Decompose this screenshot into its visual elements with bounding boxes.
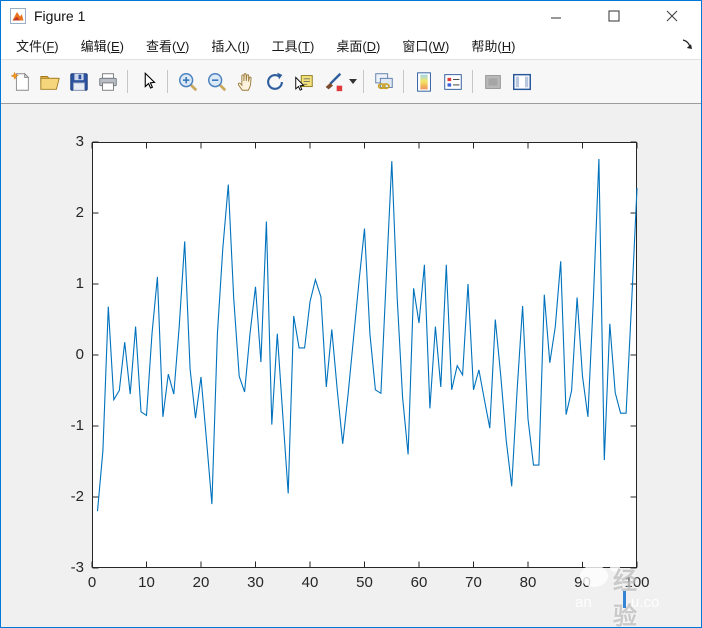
data-line — [96, 158, 638, 512]
insert-menu[interactable]: 插入(I) — [200, 32, 260, 59]
figure-canvas[interactable]: 0 10 20 30 40 50 60 70 80 90 100 3 2 1 0 -1 -2 -3 经验 an u… — [1, 104, 701, 627]
close-button[interactable] — [643, 1, 701, 31]
save-figure-button[interactable] — [65, 68, 92, 95]
watermark-text: 经验 — [613, 568, 639, 628]
toolbar-separator — [363, 70, 364, 93]
brush-icon — [325, 72, 342, 91]
brush-button[interactable] — [319, 68, 346, 95]
pan-icon — [237, 72, 252, 91]
file-menu[interactable]: 文件(F) — [5, 32, 70, 59]
pointer-icon — [144, 71, 156, 89]
window-menu[interactable]: 窗口(W) — [391, 32, 460, 59]
view-menu[interactable]: 查看(V) — [135, 32, 200, 59]
maximize-icon — [608, 10, 620, 22]
toolbar-separator — [472, 70, 473, 93]
rotate-3d-icon — [266, 72, 283, 90]
window-title: Figure 1 — [34, 8, 86, 24]
toolbar-separator — [167, 70, 168, 93]
y-tick-label: 0 — [75, 346, 84, 363]
y-tick-label: -1 — [70, 417, 84, 434]
zoom-out-button[interactable] — [203, 68, 230, 95]
open-file-icon — [39, 75, 60, 90]
x-tick-label: 80 — [519, 574, 537, 591]
rotate-3d-button[interactable] — [261, 68, 288, 95]
x-tick-label: 30 — [247, 574, 264, 591]
minimize-icon — [551, 17, 561, 19]
x-tick-label: 90 — [574, 574, 591, 591]
new-figure-button[interactable] — [7, 68, 34, 95]
zoom-out-icon — [207, 72, 226, 91]
watermark-blue-bar — [623, 591, 626, 608]
pan-button[interactable] — [232, 68, 259, 95]
pointer-button[interactable] — [134, 68, 161, 95]
zoom-in-icon — [178, 72, 197, 91]
y-tick-label: 3 — [75, 133, 84, 150]
brush-dropdown-caret[interactable] — [347, 68, 358, 95]
edit-menu[interactable]: 编辑(E) — [70, 32, 135, 59]
print-figure-button[interactable] — [94, 68, 121, 95]
help-menu[interactable]: 帮助(H) — [460, 32, 526, 59]
watermark-fragment-right: u.co — [631, 594, 660, 611]
x-tick-label: 10 — [138, 574, 155, 591]
plot-canvas[interactable] — [91, 141, 638, 569]
x-tick-label: 40 — [301, 574, 319, 591]
tools-menu[interactable]: 工具(T) — [261, 32, 326, 59]
menubar: 文件(F) 编辑(E) 查看(V) 插入(I) 工具(T) 桌面(D) 窗口(W) 帮助(H) — [1, 31, 701, 59]
show-plot-tools-button[interactable] — [508, 68, 535, 95]
watermark-fragment-left: an — [575, 594, 592, 611]
x-tick-label: 50 — [356, 574, 373, 591]
hide-plot-tools-icon — [484, 74, 501, 89]
y-tick-label: -3 — [70, 559, 84, 576]
y-tick-label: 2 — [75, 204, 84, 221]
insert-colorbar-button[interactable] — [410, 68, 437, 95]
show-plot-tools-icon — [512, 73, 531, 90]
figure-window: Figure 1 文件(F) 编辑(E) 查看(V) 插入(I) 工具(T) 桌面(D) 窗… — [0, 0, 702, 628]
save-figure-icon — [69, 72, 88, 91]
close-icon — [666, 10, 678, 22]
insert-legend-icon — [443, 73, 462, 90]
x-tick-label: 100 — [624, 574, 650, 591]
link-plot-icon — [374, 72, 393, 89]
data-cursor-button[interactable] — [290, 68, 317, 95]
link-plot-button[interactable] — [370, 68, 397, 95]
figure-toolbar — [1, 59, 701, 104]
y-tick-label: -2 — [70, 488, 84, 505]
minimize-button[interactable] — [527, 1, 585, 31]
toolbar-separator — [403, 70, 404, 93]
desktop-menu[interactable]: 桌面(D) — [325, 32, 391, 59]
dock-figure-icon[interactable] — [681, 38, 694, 51]
axes-box — [92, 142, 637, 568]
y-tick-label: 1 — [75, 275, 84, 292]
x-tick-label: 20 — [192, 574, 210, 591]
data-cursor-icon — [294, 74, 313, 91]
open-file-button[interactable] — [36, 68, 63, 95]
hide-plot-tools-button[interactable] — [479, 68, 506, 95]
x-tick-label: 0 — [87, 574, 97, 591]
x-tick-label: 60 — [410, 574, 428, 591]
maximize-button[interactable] — [585, 1, 643, 31]
titlebar[interactable]: Figure 1 — [1, 1, 701, 31]
axes[interactable]: 0 10 20 30 40 50 60 70 80 90 100 3 2 1 0 -1 -2 -3 — [71, 133, 650, 591]
matlab-figure-icon — [10, 8, 26, 24]
print-figure-icon — [98, 72, 117, 91]
zoom-in-button[interactable] — [174, 68, 201, 95]
x-tick-label: 70 — [465, 574, 482, 591]
toolbar-separator — [127, 70, 128, 93]
insert-legend-button[interactable] — [439, 68, 466, 95]
new-figure-icon — [9, 71, 29, 91]
insert-colorbar-icon — [416, 71, 431, 92]
